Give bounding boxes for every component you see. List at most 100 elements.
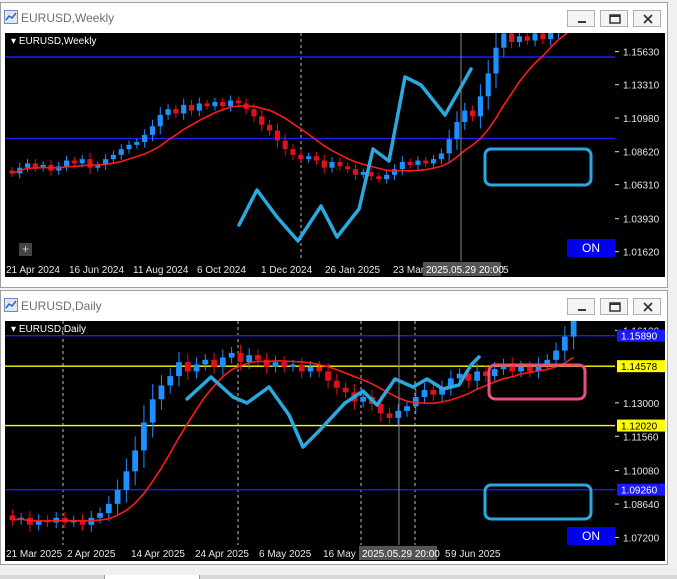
candle-body xyxy=(255,355,261,360)
candle-body xyxy=(532,33,538,41)
candle-body xyxy=(391,169,398,175)
candle-body xyxy=(399,162,405,170)
daily-candles xyxy=(5,321,615,545)
window-tab[interactable] xyxy=(104,575,200,579)
price-tick-label: 1.06310 xyxy=(623,181,660,192)
daily-chart-area[interactable]: ▾ EURUSD,Daily ON xyxy=(5,321,615,545)
candle-body xyxy=(114,489,121,504)
candle-body xyxy=(384,174,390,180)
minimize-button[interactable] xyxy=(567,10,595,27)
weekly-window-title: EURUSD,Weekly xyxy=(21,11,115,25)
candle-body xyxy=(509,33,515,42)
candle-body xyxy=(518,366,524,372)
candle-body xyxy=(462,110,468,122)
price-tick-label: 1.10980 xyxy=(623,114,660,125)
candle-body xyxy=(118,149,124,155)
level-price-label: 1.14578 xyxy=(621,362,658,373)
cursor-time-label: 2025.05.29 20:00 xyxy=(426,265,504,276)
chart-window-icon xyxy=(4,298,18,312)
candle-body xyxy=(126,144,132,150)
candle-body xyxy=(404,406,410,411)
candle-body xyxy=(516,36,523,42)
candle-body xyxy=(316,366,323,372)
candle-body xyxy=(87,159,93,168)
candle-body xyxy=(228,352,235,358)
weekly-time-scale: 21 Apr 2024 16 Jun 2024 11 Aug 2024 6 Oct 2… xyxy=(6,262,509,276)
minimize-button[interactable] xyxy=(567,298,595,315)
window-tabs-bar xyxy=(0,575,677,579)
daily-chart-title: ▾ EURUSD,Daily xyxy=(11,324,87,335)
candle-body xyxy=(493,47,499,74)
restore-button[interactable] xyxy=(600,10,628,27)
candle-body xyxy=(134,142,140,145)
restore-button[interactable] xyxy=(600,298,628,315)
candle-body xyxy=(196,103,202,111)
candle-body xyxy=(561,336,568,351)
minimize-icon xyxy=(578,21,586,23)
candle-body xyxy=(386,413,393,418)
price-tick-label: 1.11560 xyxy=(623,432,659,443)
time-tick-label: 21 Mar 2025 xyxy=(6,549,63,560)
candle-body xyxy=(524,36,530,41)
candle-body xyxy=(376,176,382,180)
candle-body xyxy=(204,103,210,107)
candle-body xyxy=(290,149,296,155)
price-tick-label: 1.10080 xyxy=(623,467,660,478)
candle-body xyxy=(477,96,483,117)
candle-body xyxy=(470,110,476,117)
candle-body xyxy=(485,73,491,97)
candle-body xyxy=(415,160,421,165)
daily-price-axis: 1.161201.130001.115601.100801.086401.072… xyxy=(615,321,665,545)
candle-body xyxy=(272,362,279,367)
candle-body xyxy=(430,159,437,164)
close-icon xyxy=(643,302,653,312)
candle-body xyxy=(220,102,226,107)
weekly-on-button[interactable]: ON xyxy=(567,239,615,257)
candle-body xyxy=(454,122,460,140)
price-tick-label: 1.13000 xyxy=(623,399,660,410)
weekly-chart-area[interactable]: ▾ EURUSD,Weekly ON + xyxy=(5,33,615,261)
time-tick-label: 11 Aug 2024 xyxy=(133,265,189,276)
daily-price-scale: 1.161201.130001.115601.100801.086401.072… xyxy=(615,326,665,545)
daily-on-button[interactable]: ON xyxy=(567,527,615,545)
weekly-titlebar[interactable]: EURUSD,Weekly xyxy=(1,3,667,33)
daily-window-title: EURUSD,Daily xyxy=(21,299,102,313)
candle-body xyxy=(329,162,335,168)
daily-titlebar[interactable]: EURUSD,Daily xyxy=(1,291,667,321)
time-tick-label: 6 Oct 2024 xyxy=(197,265,246,276)
candle-body xyxy=(235,100,241,104)
candle-body xyxy=(158,385,165,400)
weekly-chart-title-text: EURUSD,Weekly xyxy=(18,36,97,47)
daily-chart-title-text: EURUSD,Daily xyxy=(18,324,87,335)
restore-icon xyxy=(609,14,621,24)
close-button[interactable] xyxy=(633,10,661,27)
candle-body xyxy=(237,352,244,363)
candle-body xyxy=(548,33,554,40)
candle-body xyxy=(325,371,331,381)
candle-body xyxy=(110,154,116,160)
daily-time-axis: 21 Mar 2025 2 Apr 2025 14 Apr 2025 24 Apr 2… xyxy=(5,545,665,561)
candle-body xyxy=(259,116,265,125)
candle-body xyxy=(202,359,209,365)
candle-body xyxy=(181,104,187,114)
weekly-scroll-handle[interactable]: + xyxy=(19,243,32,256)
candle-body xyxy=(176,362,182,377)
candle-body xyxy=(421,390,428,397)
candle-body xyxy=(79,159,85,164)
candle-body xyxy=(274,130,280,141)
time-tick-label: 5 xyxy=(503,265,509,276)
time-tick-label: 24 Apr 2025 xyxy=(195,549,249,560)
candle-body xyxy=(313,156,320,161)
daily-chart-window[interactable]: EURUSD,Daily ▾ EURUSD,Daily ON 1.161201.… xyxy=(0,290,668,565)
weekly-chart-window[interactable]: EURUSD,Weekly ▾ EURUSD,Weekly ON + 1.156… xyxy=(0,2,668,288)
chart-window-icon xyxy=(4,10,18,24)
time-tick-label: 16 Jun 2024 xyxy=(69,265,124,276)
close-button[interactable] xyxy=(633,298,661,315)
candle-body xyxy=(342,387,349,393)
candle-body xyxy=(251,109,257,117)
time-tick-label: 23 Mar xyxy=(393,265,425,276)
cursor-time-label: 2025.05.29 20:00 xyxy=(362,549,440,560)
candle-body xyxy=(446,139,452,154)
candle-body xyxy=(570,321,577,337)
candle-body xyxy=(24,163,31,168)
